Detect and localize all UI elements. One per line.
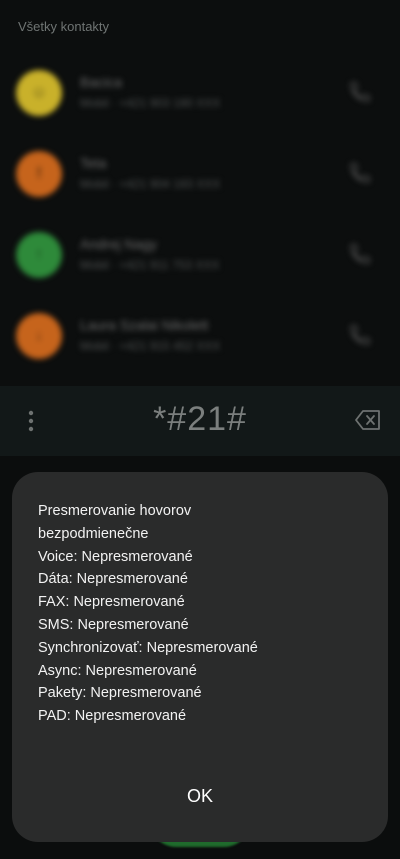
contact-item[interactable]: ↑ Andrej Nagy Mobil · +421 911 753 XXX <box>0 214 400 295</box>
ok-button[interactable]: OK <box>150 776 250 816</box>
backspace-icon[interactable] <box>354 408 382 432</box>
contact-detail: Mobil · +421 911 753 XXX <box>80 258 220 272</box>
contact-detail: Mobil · +421 915 452 XXX <box>80 339 221 353</box>
contacts-section-label: Všetky kontakty <box>18 19 110 34</box>
phone-dialer-screen: Všetky kontakty ☺ Bacica Mobil · +421 90… <box>0 0 400 859</box>
contact-detail: Mobil · +421 904 183 XXX <box>80 177 221 191</box>
dialog-line: Presmerovanie hovorov <box>38 503 192 519</box>
avatar: ↑ <box>16 232 62 278</box>
dialog-line: Voice: Nepresmerované <box>38 548 193 565</box>
contact-item[interactable]: ↓ Laura Szalai Nikolett Mobil · +421 915… <box>0 295 400 376</box>
dialog-line: Synchronizovať: Nepresmerované <box>38 639 258 656</box>
dialog-line: bezpodmienečne <box>38 525 149 542</box>
dialog-line: Dáta: Nepresmerované <box>38 571 188 588</box>
avatar: ↓ <box>16 313 62 359</box>
avatar: ! <box>16 151 62 197</box>
dialog-line: FAX: Nepresmerované <box>38 594 185 611</box>
dialog-line: PAD: Nepresmerované <box>38 708 187 725</box>
dialog-line: SMS: Nepresmerované <box>38 616 189 633</box>
phone-icon[interactable] <box>348 161 372 185</box>
contact-name: Andrej Nagy <box>80 236 158 252</box>
contact-name: Laura Szalai Nikolett <box>80 317 209 333</box>
contact-name: Bacica <box>80 74 123 90</box>
phone-icon[interactable] <box>348 242 372 266</box>
phone-icon[interactable] <box>348 80 372 104</box>
contact-name: Teta <box>80 155 107 171</box>
contacts-list: ☺ Bacica Mobil · +421 903 180 XXX ! Teta… <box>0 52 400 376</box>
dialog-line: Async: Nepresmerované <box>38 662 197 679</box>
phone-icon[interactable] <box>348 323 372 347</box>
avatar: ☺ <box>16 70 62 116</box>
contact-detail: Mobil · +421 903 180 XXX <box>80 96 221 110</box>
dialog-message: Presmerovanie hovorov bezpodmienečne Voi… <box>38 500 368 728</box>
dialed-number: *#21# <box>153 400 247 438</box>
dialog-line: Pakety: Nepresmerované <box>38 685 202 702</box>
contact-item[interactable]: ☺ Bacica Mobil · +421 903 180 XXX <box>0 52 400 133</box>
dial-number-bar: *#21# <box>0 386 400 456</box>
ussd-result-dialog: Presmerovanie hovorov bezpodmienečne Voi… <box>12 472 388 842</box>
contact-item[interactable]: ! Teta Mobil · +421 904 183 XXX <box>0 133 400 214</box>
